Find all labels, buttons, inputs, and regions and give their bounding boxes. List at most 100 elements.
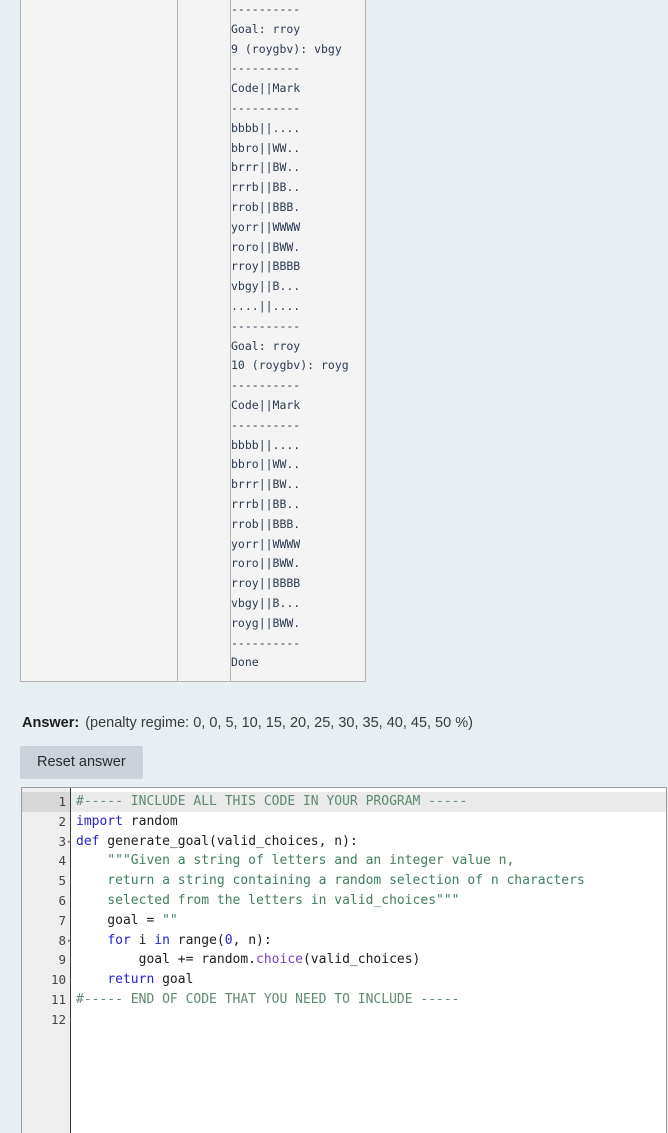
code-token: import [76,813,123,829]
answer-heading: Answer: (penalty regime: 0, 0, 5, 10, 15,… [22,715,473,731]
code-token: generate_goal(valid_choices, n): [99,833,358,849]
line-number[interactable]: 11 [22,990,70,1010]
output-line: rrob||BBB. [231,199,301,214]
line-number[interactable]: 12 [22,1010,70,1030]
output-line: Goal: rroy [231,338,301,353]
output-line: yorr||WWWW [231,536,301,551]
code-token: 0 [224,932,233,948]
output-line: ---------- [231,100,301,115]
code-token: #----- INCLUDE ALL THIS CODE IN YOUR PRO… [76,794,468,809]
line-number[interactable]: 10 [22,970,70,990]
output-line: 10 (roygbv): royg [231,358,349,373]
fold-toggle-icon[interactable]: ▾ [63,931,71,952]
line-number[interactable]: 9 [22,950,70,970]
code-line[interactable]: goal += random.choice(valid_choices) [71,950,666,970]
output-line: yorr||WWWW [231,219,301,234]
output-line: ....||.... [231,298,301,313]
code-token: goal [154,972,194,988]
code-token: random [122,813,178,829]
code-token: i [130,932,155,948]
output-line: brrr||BW.. [231,477,301,492]
answer-label: Answer: [22,715,80,731]
output-line: rroy||BBBB [231,259,301,274]
code-token: def [76,833,100,849]
output-line: bbro||WW.. [231,140,301,155]
output-line: Code||Mark [231,397,301,412]
code-token: "" [162,912,178,928]
line-number[interactable]: 5 [22,871,70,891]
output-line: bbbb||.... [231,437,301,452]
code-line[interactable]: goal = "" [71,911,666,931]
code-token: """Given a string of letters and an inte… [76,853,515,869]
output-line: roro||BWW. [231,556,301,571]
output-line: ---------- [231,417,301,432]
line-number[interactable]: 1 [22,792,70,812]
code-token: return [107,972,155,988]
got-cell: ---------- Goal: rroy 9 (roygbv): vbgy ----… [230,0,366,683]
line-number[interactable]: 3 ▾ [22,832,71,853]
output-line: Goal: rroy [231,21,301,36]
code-line[interactable]: #----- END OF CODE THAT YOU NEED TO INCL… [71,990,666,1010]
line-number[interactable]: 8 ▾ [22,931,71,952]
output-line: bbro||WW.. [231,457,301,472]
code-line[interactable] [71,1010,666,1030]
line-number[interactable]: 4 [22,851,70,871]
output-line: bbbb||.... [231,120,301,135]
code-token: goal += random. [76,952,257,968]
code-token: , n): [232,932,272,948]
line-number[interactable]: 7 [22,911,70,931]
output-line: vbgy||B... [231,595,301,610]
editor-code-area[interactable]: #----- INCLUDE ALL THIS CODE IN YOUR PRO… [71,788,666,1133]
code-token: (valid_choices) [302,952,421,968]
code-line[interactable]: #----- INCLUDE ALL THIS CODE IN YOUR PRO… [71,792,666,812]
code-token: goal = [76,912,163,928]
code-line[interactable]: return goal [71,970,666,990]
expected-output-text [21,0,177,8]
line-number[interactable]: 6 [22,891,70,911]
code-line[interactable]: for i in range(0, n): [71,931,666,951]
output-line: ---------- [231,635,301,650]
code-token: choice [256,952,303,968]
code-line[interactable]: import random [71,812,666,832]
code-line[interactable]: def generate_goal(valid_choices, n): [71,832,666,852]
output-line: rrob||BBB. [231,516,301,531]
got-output-text: ---------- Goal: rroy 9 (roygbv): vbgy ----… [231,0,365,681]
code-line[interactable]: """Given a string of letters and an inte… [71,851,666,871]
code-token: in [154,932,170,948]
code-token: return a string containing a random sele… [76,873,585,889]
middle-output-text [178,0,230,8]
fold-toggle-icon[interactable]: ▾ [63,832,71,853]
penalty-regime-text: (penalty regime: 0, 0, 5, 10, 15, 20, 25… [85,715,473,731]
output-line: 9 (roygbv): vbgy [231,41,342,56]
code-token: #----- END OF CODE THAT YOU NEED TO INCL… [76,991,460,1007]
reset-answer-button[interactable]: Reset answer [20,746,143,779]
output-line: rroy||BBBB [231,576,301,591]
middle-cell [177,0,231,683]
output-line: Code||Mark [231,81,301,96]
output-line: ---------- [231,378,301,393]
output-line: vbgy||B... [231,279,301,294]
output-line: Done [231,655,259,670]
code-token: for [107,932,131,948]
code-editor[interactable]: 1 2 3 ▾ 4 5 6 7 8 ▾ 9 10 11 12 #----- INCLUDE ALL THI… [21,787,667,1133]
table-row: ---------- Goal: rroy 9 (roygbv): vbgy ----… [20,0,366,683]
output-line: rrrb||BB.. [231,496,301,511]
line-number[interactable]: 2 [22,812,70,832]
editor-line-number-gutter[interactable]: 1 2 3 ▾ 4 5 6 7 8 ▾ 9 10 11 12 [22,788,71,1133]
test-results-table: ---------- Goal: rroy 9 (roygbv): vbgy ----… [20,0,366,683]
output-line: ---------- [231,318,301,333]
output-line: brrr||BW.. [231,160,301,175]
output-line: roro||BWW. [231,239,301,254]
output-line: ---------- [231,2,301,16]
output-line: royg||BWW. [231,615,301,630]
code-line[interactable]: return a string containing a random sele… [71,871,666,891]
output-line: rrrb||BB.. [231,180,301,195]
code-token: selected from the letters in valid_choic… [76,892,460,908]
expected-cell [20,0,178,683]
question-page: ---------- Goal: rroy 9 (roygbv): vbgy ----… [0,0,668,1133]
output-line: ---------- [231,61,301,76]
code-token: range( [169,932,225,948]
code-line[interactable]: selected from the letters in valid_choic… [71,891,666,911]
